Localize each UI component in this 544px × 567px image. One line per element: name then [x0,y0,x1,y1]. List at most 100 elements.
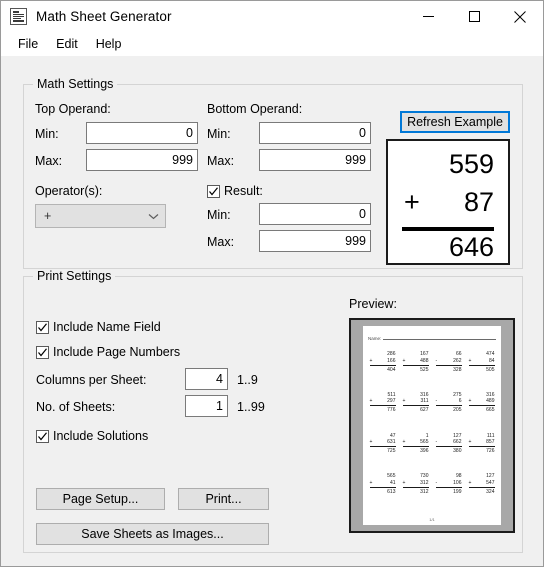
include-page-numbers-checkbox[interactable]: Include Page Numbers [36,345,180,359]
app-window: Math Sheet Generator File Edit Help Math… [0,0,544,567]
menu-item-file[interactable]: File [9,35,47,54]
columns-per-sheet-hint: 1..9 [237,373,258,387]
preview-problem-bottom: -662 [435,439,462,445]
example-top-operand: 559 [448,149,494,179]
result-checkbox-label: Result: [224,184,263,198]
preview-problem-bottom: +41 [369,479,396,486]
operators-label: Operator(s): [35,184,103,198]
example-operator: + [404,187,420,217]
preview-problem-rule [468,486,495,488]
checkbox-checked-icon [207,184,220,198]
preview-problem-result: 205 [453,407,462,414]
bottom-operand-min-label: Min: [207,127,231,141]
checkbox-checked-icon [36,429,49,443]
math-settings-title: Math Settings [33,77,118,91]
preview-problem-rule [402,486,429,488]
preview-problem-operator: - [435,439,438,445]
preview-problem: 127-662 380 [432,430,465,471]
preview-problem: 730 +312 312 [399,470,432,511]
bottom-operand-min-input[interactable]: 0 [259,122,371,144]
operators-select[interactable]: + [35,204,166,228]
preview-problem: 111 +857 726 [465,430,498,471]
preview-problem-bottom: +297 [369,398,396,405]
example-panel: 559 + 87 646 [386,139,510,265]
preview-problem-operator: + [369,398,373,405]
include-name-field-checkbox[interactable]: Include Name Field [36,320,161,334]
print-button[interactable]: Print... [178,488,269,510]
preview-problem-result: 404 [387,366,396,373]
preview-problem-result: 525 [420,366,429,373]
preview-page-number: 1/1 [429,517,435,522]
include-name-field-label: Include Name Field [53,320,161,334]
result-max-input[interactable]: 999 [259,230,371,252]
top-operand-label: Top Operand: [35,102,111,116]
menu-item-help[interactable]: Help [87,35,131,54]
no-of-sheets-input[interactable]: 1 [185,395,228,417]
preview-problem-operator: + [369,439,373,445]
preview-problem-operator: - [435,479,438,486]
include-solutions-label: Include Solutions [53,429,149,443]
include-page-numbers-label: Include Page Numbers [53,345,181,359]
preview-problem-result: 505 [486,366,495,373]
preview-problem-result: 199 [453,488,462,495]
menu-item-edit[interactable]: Edit [47,35,87,54]
preview-problem-result: 312 [420,488,429,495]
preview-problem-bottom: +312 [402,479,429,486]
preview-problem-rule [402,405,429,407]
preview-problem-rule [435,405,462,407]
result-min-input[interactable]: 0 [259,203,371,225]
close-icon[interactable] [497,1,543,32]
maximize-icon[interactable] [451,1,497,32]
top-operand-max-input[interactable]: 999 [86,149,198,171]
preview-problem-operator: - [435,398,438,405]
example-divider [402,227,494,231]
refresh-example-button[interactable]: Refresh Example [400,111,510,133]
include-solutions-checkbox[interactable]: Include Solutions [36,429,148,443]
window-title: Math Sheet Generator [36,9,172,24]
preview-problem: 286 +166 404 [366,348,399,389]
page-setup-button[interactable]: Page Setup... [36,488,165,510]
preview-problem: 167 +488 525 [399,348,432,389]
top-operand-max-label: Max: [35,154,63,168]
preview-problem-operator: + [402,357,406,364]
result-max-label: Max: [207,235,235,249]
preview-problem-result: 627 [420,407,429,414]
checkbox-checked-icon [36,320,49,334]
bottom-operand-max-input[interactable]: 999 [259,149,371,171]
preview-problem: 98-106 199 [432,470,465,511]
preview-problem-result: 725 [387,448,396,454]
preview-problem-bottom: +84 [468,357,495,364]
preview-problem-bottom: +311 [402,398,429,405]
preview-problem: 474 +84 505 [465,348,498,389]
preview-problem-operator: + [468,398,472,405]
preview-problem: 316 +311 627 [399,389,432,430]
preview-problem-rule [435,486,462,488]
top-operand-min-input[interactable]: 0 [86,122,198,144]
checkbox-checked-icon [36,345,49,359]
preview-problem-result: 396 [420,448,429,454]
preview-problem-operator: + [369,479,373,486]
preview-problem-operator: + [402,439,406,445]
preview-problem-result: 776 [387,407,396,414]
menu-bar: File Edit Help [1,32,543,56]
minimize-icon[interactable] [405,1,451,32]
chevron-down-icon [148,209,159,223]
preview-problem-result: 328 [453,366,462,373]
top-operand-min-label: Min: [35,127,59,141]
window-controls [405,1,543,32]
preview-problem-bottom: +489 [468,398,495,405]
preview-thumbnail[interactable]: Name: 286 +166 404 167 +488 525 66-262 328 474 +8… [349,318,515,533]
preview-problem-operator: + [468,439,472,445]
bottom-operand-label: Bottom Operand: [207,102,303,116]
save-sheets-as-images-button[interactable]: Save Sheets as Images... [36,523,269,545]
preview-problem-rule [369,364,396,366]
preview-problem-rule [435,364,462,366]
preview-problem: 47 +631 725 [366,430,399,471]
bottom-operand-max-label: Max: [207,154,235,168]
preview-problem-bottom: -6 [435,398,462,405]
preview-problem-rule [468,446,495,447]
preview-problem-bottom: +547 [468,479,495,486]
preview-problem-rule [402,364,429,366]
result-checkbox[interactable]: Result: [207,184,263,198]
columns-per-sheet-input[interactable]: 4 [185,368,228,390]
